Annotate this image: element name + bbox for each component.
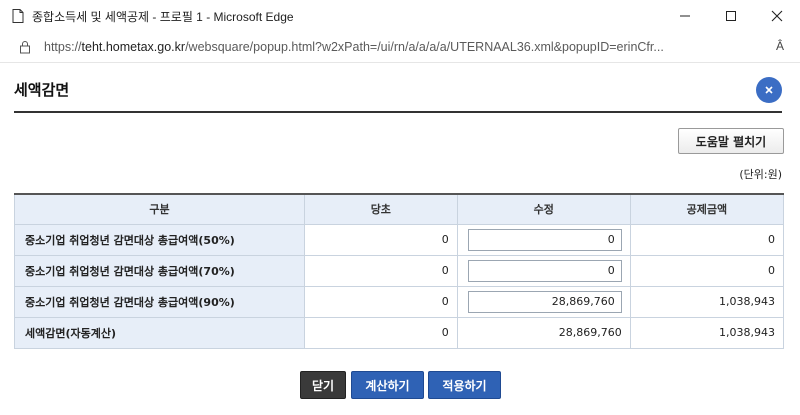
row-label: 중소기업 취업청년 감면대상 총급여액(70%) [14,254,305,287]
url-prefix: https:// [44,40,82,54]
maximize-icon [726,11,736,21]
popup-title: 세액감면 [14,81,70,99]
close-icon [765,86,773,94]
modified-input[interactable]: 0 [467,259,622,282]
row-label: 세액감면(자동계산) [14,316,305,349]
url-domain: teht.hometax.go.kr [81,40,186,54]
close-button[interactable]: 닫기 [300,371,346,399]
maximize-button[interactable] [708,0,754,32]
unit-label: (단위:원) [739,168,782,181]
minimize-button[interactable] [662,0,708,32]
address-bar[interactable]: https://teht.hometax.go.kr/websquare/pop… [0,32,800,63]
tax-reduction-table: 구분 당초 수정 공제금액 중소기업 취업청년 감면대상 총급여액(50%) 0… [14,193,785,349]
original-value: 0 [303,223,458,256]
deduction-value: 0 [629,254,785,287]
close-window-button[interactable] [754,0,800,32]
table-row: 중소기업 취업청년 감면대상 총급여액(50%) 0 0 0 [14,223,785,256]
help-expand-button[interactable]: 도움말 펼치기 [678,128,784,154]
modified-cell: 0 [456,223,631,256]
minimize-icon [680,15,690,17]
modified-cell: 28,869,760 [456,285,631,318]
header-modified: 수정 [456,193,631,225]
table-row: 중소기업 취업청년 감면대상 총급여액(90%) 0 28,869,760 1,… [14,285,785,318]
url-path: /websquare/popup.html?w2xPath=/ui/rn/a/a… [185,40,664,54]
lock-icon [20,41,30,54]
modified-value: 28,869,760 [456,316,631,349]
close-icon [771,10,783,22]
original-value: 0 [303,285,458,318]
header-deduction: 공제금액 [629,193,785,225]
calculate-button[interactable]: 계산하기 [351,371,424,399]
deduction-value: 0 [629,223,785,256]
modified-input[interactable]: 0 [467,228,622,251]
original-value: 0 [303,316,458,349]
page-icon [12,9,24,23]
table-row-total: 세액감면(자동계산) 0 28,869,760 1,038,943 [14,316,785,349]
row-label: 중소기업 취업청년 감면대상 총급여액(50%) [14,223,305,256]
modified-input[interactable]: 28,869,760 [467,290,622,313]
original-value: 0 [303,254,458,287]
url-text[interactable]: https://teht.hometax.go.kr/websquare/pop… [44,40,664,54]
popup-close-button[interactable] [756,77,782,103]
window-titlebar: 종합소득세 및 세액공제 - 프로필 1 - Microsoft Edge [0,0,800,32]
read-aloud-icon[interactable]: Â [776,39,784,53]
row-label: 중소기업 취업청년 감면대상 총급여액(90%) [14,285,305,318]
table-header-row: 구분 당초 수정 공제금액 [14,193,785,225]
apply-button[interactable]: 적용하기 [428,371,501,399]
window-title: 종합소득세 및 세액공제 - 프로필 1 - Microsoft Edge [32,9,294,24]
deduction-value: 1,038,943 [629,285,785,318]
title-divider [14,111,782,113]
header-category: 구분 [14,193,305,225]
modified-cell: 0 [456,254,631,287]
header-original: 당초 [303,193,458,225]
deduction-value: 1,038,943 [629,316,785,349]
table-row: 중소기업 취업청년 감면대상 총급여액(70%) 0 0 0 [14,254,785,287]
